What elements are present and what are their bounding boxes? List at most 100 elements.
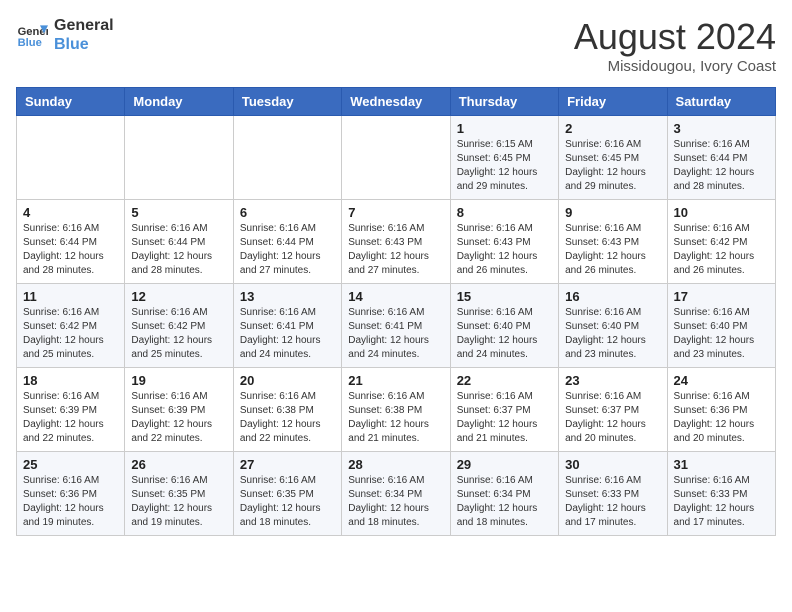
title-block: August 2024 Missidougou, Ivory Coast	[574, 16, 776, 75]
logo-text-blue: Blue	[54, 35, 114, 54]
day-number: 21	[348, 373, 443, 388]
day-info: Sunrise: 6:16 AM Sunset: 6:44 PM Dayligh…	[131, 222, 226, 278]
day-number: 9	[565, 205, 660, 220]
day-info: Sunrise: 6:16 AM Sunset: 6:39 PM Dayligh…	[23, 390, 118, 446]
day-number: 6	[240, 205, 335, 220]
day-info: Sunrise: 6:16 AM Sunset: 6:38 PM Dayligh…	[240, 390, 335, 446]
logo-text-general: General	[54, 16, 114, 35]
day-info: Sunrise: 6:16 AM Sunset: 6:42 PM Dayligh…	[23, 306, 118, 362]
day-info: Sunrise: 6:16 AM Sunset: 6:45 PM Dayligh…	[565, 138, 660, 194]
day-number: 10	[674, 205, 769, 220]
day-info: Sunrise: 6:16 AM Sunset: 6:44 PM Dayligh…	[240, 222, 335, 278]
day-info: Sunrise: 6:15 AM Sunset: 6:45 PM Dayligh…	[457, 138, 552, 194]
day-number: 25	[23, 457, 118, 472]
day-info: Sunrise: 6:16 AM Sunset: 6:41 PM Dayligh…	[348, 306, 443, 362]
day-info: Sunrise: 6:16 AM Sunset: 6:35 PM Dayligh…	[131, 474, 226, 530]
weekday-header-cell: Friday	[559, 88, 667, 116]
calendar-cell: 27Sunrise: 6:16 AM Sunset: 6:35 PM Dayli…	[233, 452, 341, 536]
day-info: Sunrise: 6:16 AM Sunset: 6:43 PM Dayligh…	[348, 222, 443, 278]
weekday-header-cell: Sunday	[17, 88, 125, 116]
calendar-cell: 15 Sunrise: 6:16 AM Sunset: 6:40 PM Dayli…	[450, 284, 558, 368]
calendar-cell: 14 Sunrise: 6:16 AM Sunset: 6:41 PM Dayli…	[342, 284, 450, 368]
day-info: Sunrise: 6:16 AM Sunset: 6:36 PM Dayligh…	[23, 474, 118, 530]
calendar-week-row: 11 Sunrise: 6:16 AM Sunset: 6:42 PM Dayli…	[17, 284, 776, 368]
weekday-header-cell: Tuesday	[233, 88, 341, 116]
day-info: Sunrise: 6:16 AM Sunset: 6:44 PM Dayligh…	[674, 138, 769, 194]
day-info: Sunrise: 6:16 AM Sunset: 6:42 PM Dayligh…	[674, 222, 769, 278]
day-number: 1	[457, 121, 552, 136]
weekday-header-cell: Wednesday	[342, 88, 450, 116]
day-info: Sunrise: 6:16 AM Sunset: 6:42 PM Dayligh…	[131, 306, 226, 362]
day-number: 2	[565, 121, 660, 136]
day-info: Sunrise: 6:16 AM Sunset: 6:40 PM Dayligh…	[674, 306, 769, 362]
day-number: 26	[131, 457, 226, 472]
day-info: Sunrise: 6:16 AM Sunset: 6:41 PM Dayligh…	[240, 306, 335, 362]
day-info: Sunrise: 6:16 AM Sunset: 6:34 PM Dayligh…	[457, 474, 552, 530]
day-number: 19	[131, 373, 226, 388]
day-info: Sunrise: 6:16 AM Sunset: 6:38 PM Dayligh…	[348, 390, 443, 446]
day-info: Sunrise: 6:16 AM Sunset: 6:40 PM Dayligh…	[457, 306, 552, 362]
day-number: 16	[565, 289, 660, 304]
day-info: Sunrise: 6:16 AM Sunset: 6:33 PM Dayligh…	[565, 474, 660, 530]
calendar-cell: 22Sunrise: 6:16 AM Sunset: 6:37 PM Dayli…	[450, 368, 558, 452]
calendar-cell: 30 Sunrise: 6:16 AM Sunset: 6:33 PM Dayli…	[559, 452, 667, 536]
calendar-cell: 12Sunrise: 6:16 AM Sunset: 6:42 PM Dayli…	[125, 284, 233, 368]
calendar-cell	[342, 116, 450, 200]
day-number: 5	[131, 205, 226, 220]
month-title: August 2024	[574, 16, 776, 58]
weekday-header-row: SundayMondayTuesdayWednesdayThursdayFrid…	[17, 88, 776, 116]
day-number: 11	[23, 289, 118, 304]
calendar-cell: 24Sunrise: 6:16 AM Sunset: 6:36 PM Dayli…	[667, 368, 775, 452]
calendar-cell: 6 Sunrise: 6:16 AM Sunset: 6:44 PM Daylig…	[233, 200, 341, 284]
day-info: Sunrise: 6:16 AM Sunset: 6:44 PM Dayligh…	[23, 222, 118, 278]
calendar-table: SundayMondayTuesdayWednesdayThursdayFrid…	[16, 87, 776, 536]
calendar-cell: 11 Sunrise: 6:16 AM Sunset: 6:42 PM Dayli…	[17, 284, 125, 368]
day-number: 13	[240, 289, 335, 304]
day-number: 28	[348, 457, 443, 472]
calendar-cell	[17, 116, 125, 200]
day-number: 15	[457, 289, 552, 304]
day-number: 14	[348, 289, 443, 304]
day-info: Sunrise: 6:16 AM Sunset: 6:40 PM Dayligh…	[565, 306, 660, 362]
calendar-cell: 8Sunrise: 6:16 AM Sunset: 6:43 PM Daylig…	[450, 200, 558, 284]
day-number: 7	[348, 205, 443, 220]
calendar-cell: 1 Sunrise: 6:15 AM Sunset: 6:45 PM Daylig…	[450, 116, 558, 200]
location-subtitle: Missidougou, Ivory Coast	[574, 58, 776, 75]
calendar-week-row: 1 Sunrise: 6:15 AM Sunset: 6:45 PM Daylig…	[17, 116, 776, 200]
calendar-cell: 3 Sunrise: 6:16 AM Sunset: 6:44 PM Daylig…	[667, 116, 775, 200]
day-number: 31	[674, 457, 769, 472]
day-number: 3	[674, 121, 769, 136]
calendar-cell: 28Sunrise: 6:16 AM Sunset: 6:34 PM Dayli…	[342, 452, 450, 536]
calendar-cell: 4 Sunrise: 6:16 AM Sunset: 6:44 PM Daylig…	[17, 200, 125, 284]
calendar-cell: 7 Sunrise: 6:16 AM Sunset: 6:43 PM Daylig…	[342, 200, 450, 284]
calendar-cell: 18 Sunrise: 6:16 AM Sunset: 6:39 PM Dayli…	[17, 368, 125, 452]
page-header: General Blue General Blue August 2024 Mi…	[16, 16, 776, 75]
calendar-cell: 9 Sunrise: 6:16 AM Sunset: 6:43 PM Daylig…	[559, 200, 667, 284]
calendar-cell: 31Sunrise: 6:16 AM Sunset: 6:33 PM Dayli…	[667, 452, 775, 536]
day-number: 23	[565, 373, 660, 388]
day-number: 17	[674, 289, 769, 304]
calendar-cell: 5 Sunrise: 6:16 AM Sunset: 6:44 PM Daylig…	[125, 200, 233, 284]
day-info: Sunrise: 6:16 AM Sunset: 6:37 PM Dayligh…	[565, 390, 660, 446]
day-info: Sunrise: 6:16 AM Sunset: 6:35 PM Dayligh…	[240, 474, 335, 530]
day-info: Sunrise: 6:16 AM Sunset: 6:43 PM Dayligh…	[565, 222, 660, 278]
day-number: 4	[23, 205, 118, 220]
calendar-cell	[125, 116, 233, 200]
day-info: Sunrise: 6:16 AM Sunset: 6:37 PM Dayligh…	[457, 390, 552, 446]
day-number: 18	[23, 373, 118, 388]
calendar-cell: 10 Sunrise: 6:16 AM Sunset: 6:42 PM Dayli…	[667, 200, 775, 284]
svg-text:Blue: Blue	[18, 37, 42, 49]
calendar-cell: 13 Sunrise: 6:16 AM Sunset: 6:41 PM Dayli…	[233, 284, 341, 368]
day-info: Sunrise: 6:16 AM Sunset: 6:36 PM Dayligh…	[674, 390, 769, 446]
weekday-header-cell: Saturday	[667, 88, 775, 116]
calendar-week-row: 18 Sunrise: 6:16 AM Sunset: 6:39 PM Dayli…	[17, 368, 776, 452]
logo: General Blue General Blue	[16, 16, 114, 54]
calendar-cell: 21 Sunrise: 6:16 AM Sunset: 6:38 PM Dayli…	[342, 368, 450, 452]
calendar-cell: 23 Sunrise: 6:16 AM Sunset: 6:37 PM Dayli…	[559, 368, 667, 452]
calendar-cell: 26 Sunrise: 6:16 AM Sunset: 6:35 PM Dayli…	[125, 452, 233, 536]
day-number: 30	[565, 457, 660, 472]
day-number: 20	[240, 373, 335, 388]
calendar-body: 1 Sunrise: 6:15 AM Sunset: 6:45 PM Daylig…	[17, 116, 776, 536]
day-number: 8	[457, 205, 552, 220]
calendar-cell: 29Sunrise: 6:16 AM Sunset: 6:34 PM Dayli…	[450, 452, 558, 536]
